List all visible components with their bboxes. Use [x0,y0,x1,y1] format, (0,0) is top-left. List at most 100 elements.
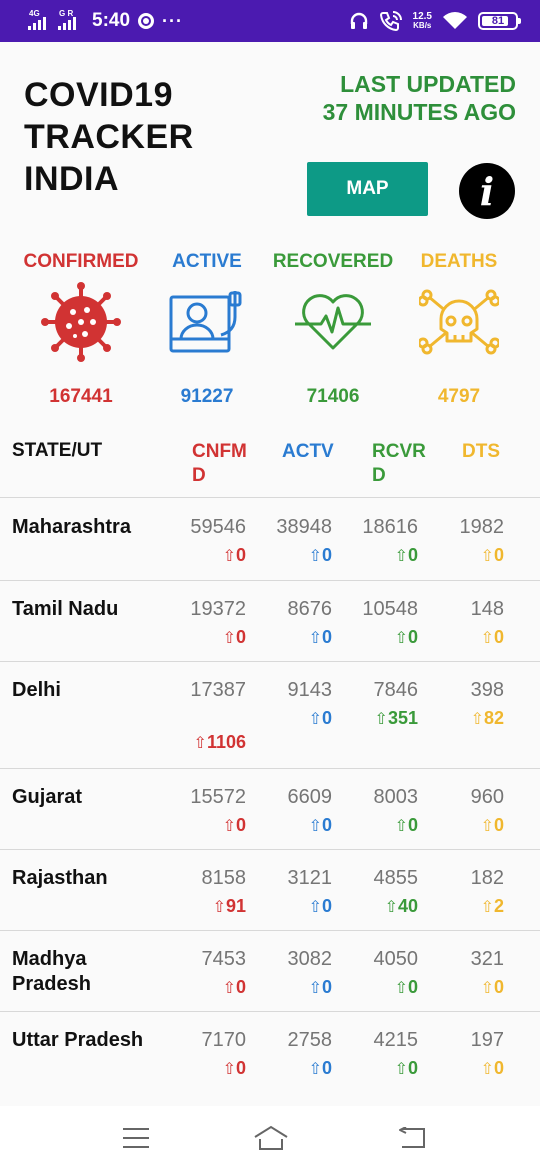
table-row[interactable]: Madhya Pradesh 74530 30820 40500 3210 [0,931,540,1012]
battery-level: 81 [491,15,505,27]
recovered-total: 71406 [306,386,360,407]
active-value: 6609 [287,786,333,808]
menu-icon[interactable] [123,1128,149,1148]
confirmed-cell: 7170 0 [166,1028,247,1082]
table-row[interactable]: Maharashtra 59546 0 38948 0 18616 0 1982 0 [0,499,540,581]
recovered-cell: 4215 0 [338,1028,419,1082]
recovered-value: 4215 [373,1029,419,1051]
confirmed-delta: 1106 [166,730,246,756]
recovered-delta: 0 [338,975,418,1001]
active-value: 9143 [287,679,333,701]
active-value: 2758 [287,1029,333,1051]
deaths-column-header[interactable]: DTS [462,440,500,464]
confirmed-value: 19372 [190,598,246,620]
recovered-value: 18616 [362,516,418,538]
summary-active: ACTIVE 91227 [144,250,270,408]
recovered-column-header[interactable]: RCVR D [372,440,426,488]
more-notifications-icon: ··· [162,10,184,31]
recovered-delta: 0 [338,543,418,569]
network-speed: 12.5 KB/s [413,12,432,31]
battery-icon: 81 [478,12,521,30]
status-bar: 4G G R 5:40 ··· 12.5 KB/s 81 [0,0,540,42]
heartbeat-icon [295,294,371,350]
deaths-label: DEATHS [420,251,498,272]
active-delta: 0 [252,894,332,920]
active-delta: 0 [252,813,332,839]
recovered-value: 4050 [373,948,419,970]
table-header: STATE/UT CNFM D ACTV RCVR D DTS [0,436,540,498]
recovered-delta: 0 [338,813,418,839]
map-button[interactable]: MAP [307,162,428,216]
active-label: ACTIVE [172,251,242,272]
deaths-cell: 1480 [424,597,504,651]
deaths-delta: 82 [424,706,504,732]
confirmed-delta: 0 [166,543,246,569]
speed-unit: KB/s [413,21,432,30]
confirmed-delta: 91 [166,894,246,920]
active-delta: 0 [252,1056,332,1082]
state-column-header[interactable]: STATE/UT [12,440,102,462]
active-delta: 0 [252,625,332,651]
state-name: Uttar Pradesh [12,1029,144,1051]
back-icon[interactable] [398,1127,426,1149]
confirmed-value: 59546 [190,516,246,538]
active-delta: 0 [252,543,332,569]
clock: 5:40 [92,10,131,31]
table-row[interactable]: Rajasthan 8158 91 31210 4855 40 1822 [0,850,540,931]
active-delta: 0 [252,706,332,732]
deaths-delta: 0 [424,975,504,1001]
active-value: 8676 [287,598,333,620]
signal-icon-2: G R [58,10,80,32]
home-icon[interactable] [253,1125,289,1151]
deaths-delta: 0 [424,1056,504,1082]
deaths-cell: 39882 [424,678,504,732]
state-name: Rajasthan [12,867,108,889]
confirmed-value: 17387 [190,679,246,701]
active-cell: 6609 0 [252,785,333,839]
state-name: Delhi [12,679,61,701]
virus-icon [41,282,121,362]
confirmed-value: 8158 [201,867,247,889]
confirmed-cell: 59546 0 [166,515,246,569]
deaths-value: 148 [470,598,504,620]
confirmed-total: 167441 [49,386,113,407]
hospital-bed-icon [169,291,242,353]
info-icon[interactable]: i [459,163,515,219]
confirmed-cell: 19372 0 [166,597,246,651]
table-row[interactable]: Delhi 173871106 91430 7846351 39882 [0,662,540,769]
active-cell: 3121 0 [252,866,333,920]
confirmed-value: 15572 [190,786,246,808]
recovered-cell: 4050 0 [338,947,419,1001]
confirmed-delta: 0 [166,813,246,839]
deaths-cell: 1970 [424,1028,504,1082]
deaths-value: 321 [470,948,504,970]
confirmed-cell: 8158 91 [166,866,247,920]
confirmed-cell: 15572 0 [166,785,246,839]
confirmed-value: 7453 [201,948,247,970]
recovered-cell: 8003 0 [338,785,419,839]
deaths-cell: 3210 [424,947,504,1001]
active-column-header[interactable]: ACTV [282,440,334,464]
recovered-value: 7846 [373,679,419,701]
table-row[interactable]: Gujarat 155720 66090 80030 9600 [0,769,540,850]
wifi-icon [443,12,467,29]
deaths-cell: 9600 [424,785,504,839]
deaths-value: 960 [470,786,504,808]
confirmed-column-header[interactable]: CNFM D [192,440,247,488]
wifi-call-icon [379,11,402,32]
recovered-label: RECOVERED [272,251,394,272]
last-updated-text: LAST UPDATED 37 MINUTES AGO [322,71,516,125]
recovered-delta: 40 [338,894,418,920]
table-row[interactable]: Tamil Nadu 193720 86760 105480 1480 [0,581,540,662]
recovered-cell: 18616 0 [338,515,418,569]
summary-section: CONFIRMED 167441 ACTIVE 91227 RECOVERED … [18,250,522,408]
summary-confirmed: CONFIRMED 167441 [18,250,144,408]
active-value: 38948 [276,516,332,538]
state-name: Madhya Pradesh [12,948,91,995]
confirmed-delta: 0 [166,975,246,1001]
table-row[interactable]: Uttar Pradesh 71700 27580 42150 1970 [0,1012,540,1106]
recovered-value: 4855 [373,867,419,889]
deaths-delta: 2 [424,894,504,920]
deaths-cell: 1822 [424,866,504,920]
deaths-value: 197 [470,1029,504,1051]
